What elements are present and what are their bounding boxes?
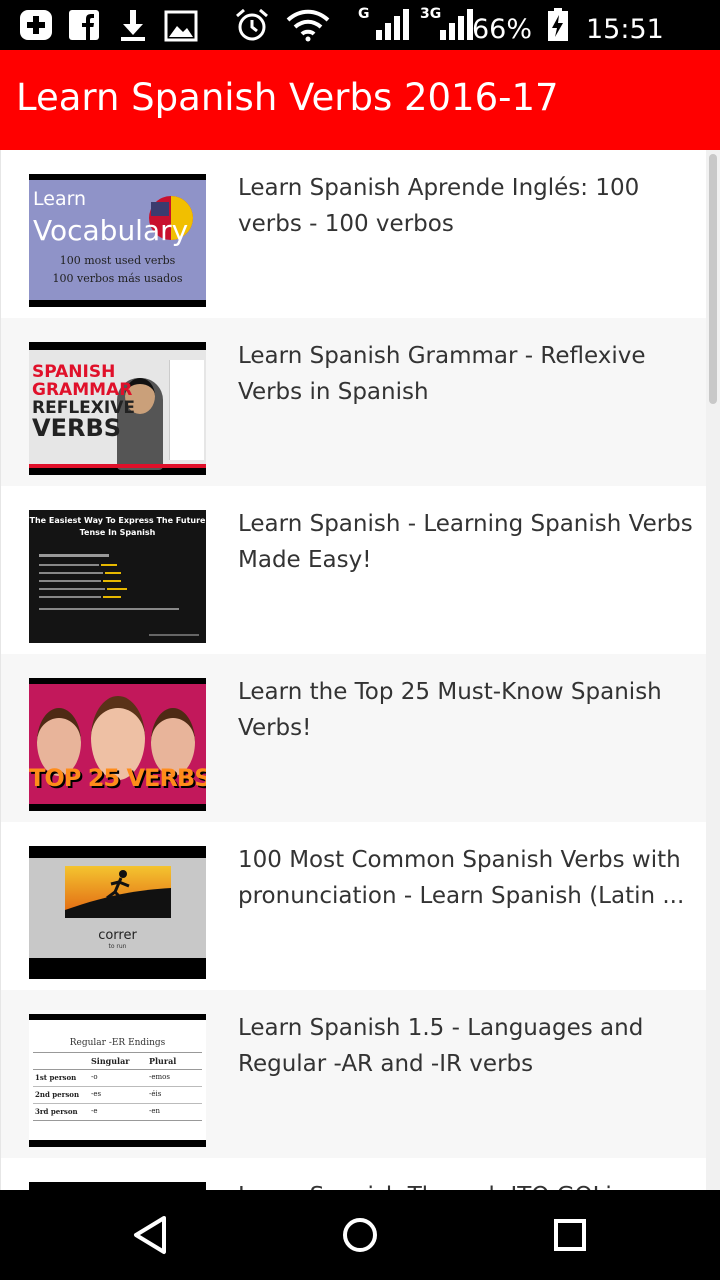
video-title[interactable]: Learn Spanish Through ITO GOLi... — [238, 1178, 703, 1190]
image-icon — [164, 10, 198, 42]
video-thumbnail[interactable]: TOP 25 VERBS — [29, 678, 206, 811]
thumb-text-grammar: GRAMMAR — [32, 380, 133, 400]
thumb-cell: -e — [91, 1107, 98, 1115]
thumb-text-verbs: VERBS — [32, 414, 122, 442]
thumb-cell: -éis — [149, 1090, 162, 1098]
home-icon[interactable] — [330, 1210, 390, 1260]
video-thumbnail[interactable]: Learn Vocabulary 100 most used verbs 100… — [29, 174, 206, 307]
video-item[interactable]: Learn Vocabulary 100 most used verbs 100… — [1, 150, 707, 318]
thumb-cell: 3rd person — [35, 1107, 78, 1116]
thumb-cell: 2nd person — [35, 1090, 80, 1099]
signal-g-label: G — [358, 6, 370, 22]
thumb-cell: -en — [149, 1107, 161, 1115]
signal-icon — [376, 9, 409, 40]
back-icon[interactable] — [120, 1210, 180, 1260]
battery-charging-icon — [548, 8, 568, 41]
thumb-text-vocabulary: Vocabulary — [33, 214, 189, 247]
video-title[interactable]: Learn Spanish 1.5 - Languages and Regula… — [238, 1010, 703, 1082]
runner-icon — [65, 870, 171, 918]
status-bar: G 3G 66% 15:51 — [0, 0, 720, 50]
video-item[interactable]: SPANISH GRAMMAR REFLEXIVE VERBS Learn Sp… — [1, 318, 707, 486]
thumb-col-plural: Plural — [149, 1056, 177, 1066]
scrollbar-thumb[interactable] — [709, 154, 717, 404]
thumb-cell: -o — [91, 1073, 98, 1081]
thumb-text-heading1: The Easiest Way To Express The Future — [29, 516, 206, 525]
list-scrollbar[interactable] — [706, 150, 720, 1190]
video-thumbnail[interactable]: Regular -ER Endings Singular Plural 1st … — [29, 1014, 206, 1147]
download-icon — [121, 10, 145, 41]
add-icon — [20, 10, 52, 40]
thumb-text-top25: TOP 25 VERBS — [29, 764, 206, 792]
video-item[interactable]: correr to run 100 Most Common Spanish Ve… — [1, 822, 707, 990]
thumb-text-to-run: to run — [108, 943, 127, 950]
video-item[interactable]: Regular -ER Endings Singular Plural 1st … — [1, 990, 707, 1158]
thumb-text-sub2: 100 verbos más usados — [52, 272, 183, 285]
video-title[interactable]: Learn Spanish Aprende Inglés: 100 verbs … — [238, 170, 703, 242]
thumb-text-heading2: Tense In Spanish — [79, 528, 156, 537]
video-title[interactable]: 100 Most Common Spanish Verbs with pronu… — [238, 842, 703, 914]
recents-icon[interactable] — [540, 1210, 600, 1260]
wifi-icon — [286, 9, 330, 42]
video-thumbnail[interactable]: The Easiest Way To Express The Future Te… — [29, 510, 206, 643]
battery-percent: 66% — [472, 14, 533, 45]
thumb-text-endings: Regular -ER Endings — [69, 1038, 166, 1048]
video-thumbnail[interactable]: correr to run — [29, 846, 206, 979]
thumb-text-correr: correr — [98, 928, 137, 943]
app-bar: Learn Spanish Verbs 2016-17 — [0, 50, 720, 150]
thumb-col-singular: Singular — [91, 1056, 130, 1066]
video-title[interactable]: Learn the Top 25 Must-Know Spanish Verbs… — [238, 674, 703, 746]
video-title[interactable]: Learn Spanish Grammar - Reflexive Verbs … — [238, 338, 703, 410]
thumb-text-learn: Learn — [33, 188, 87, 210]
video-title[interactable]: Learn Spanish - Learning Spanish Verbs M… — [238, 506, 703, 578]
signal-3g-icon — [440, 9, 473, 40]
clock: 15:51 — [586, 14, 664, 45]
facebook-icon — [69, 10, 99, 40]
thumb-text-sub1: 100 most used verbs — [59, 254, 176, 267]
thumb-text-spanish: SPANISH — [32, 362, 116, 382]
video-list[interactable]: Learn Vocabulary 100 most used verbs 100… — [0, 150, 707, 1190]
app-title: Learn Spanish Verbs 2016-17 — [16, 76, 559, 119]
video-thumbnail[interactable]: SPANISH GRAMMAR REFLEXIVE VERBS — [29, 342, 206, 475]
video-item[interactable]: TOP 25 VERBS Learn the Top 25 Must-Know … — [1, 654, 707, 822]
thumb-cell: 1st person — [35, 1073, 77, 1082]
thumb-cell: -es — [91, 1090, 102, 1098]
video-item[interactable]: The Easiest Way To Express The Future Te… — [1, 486, 707, 654]
alarm-icon — [236, 8, 268, 41]
navigation-bar — [0, 1190, 720, 1280]
video-item[interactable]: Learn Spanish Through ITO GOLi... — [1, 1158, 707, 1190]
video-thumbnail[interactable] — [29, 1182, 206, 1190]
thumb-cell: -emos — [149, 1073, 170, 1081]
